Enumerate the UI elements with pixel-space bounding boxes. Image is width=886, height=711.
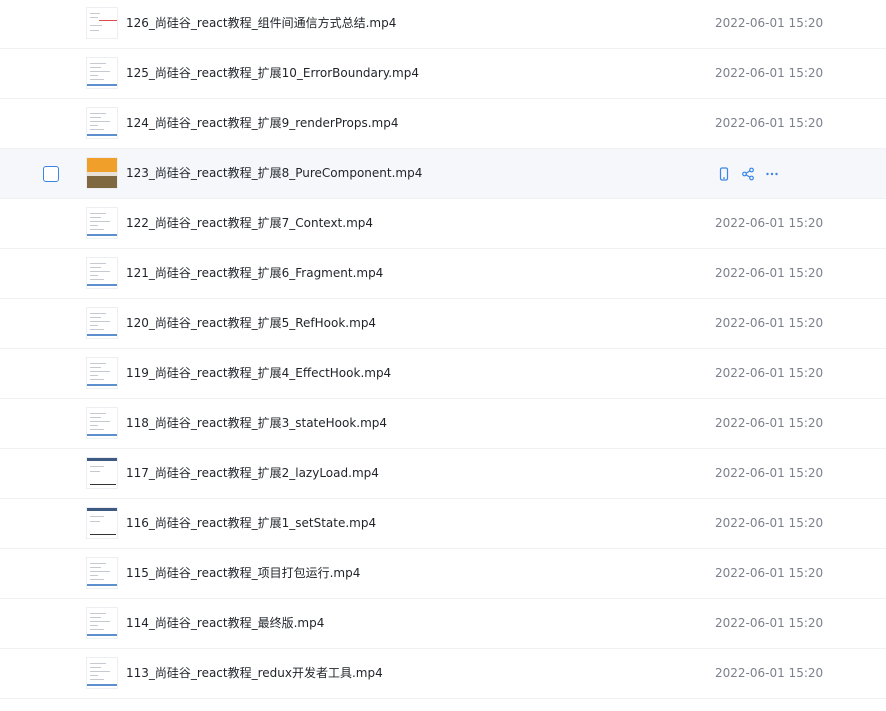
- file-name[interactable]: 124_尚硅谷_react教程_扩展9_renderProps.mp4: [126, 115, 399, 131]
- file-name[interactable]: 116_尚硅谷_react教程_扩展1_setState.mp4: [126, 515, 376, 531]
- file-row[interactable]: 118_尚硅谷_react教程_扩展3_stateHook.mp4 2022-06…: [0, 399, 886, 449]
- file-row[interactable]: 124_尚硅谷_react教程_扩展9_renderProps.mp4 2022-…: [0, 99, 886, 149]
- more-icon[interactable]: [764, 166, 780, 182]
- file-name[interactable]: 118_尚硅谷_react教程_扩展3_stateHook.mp4: [126, 415, 387, 431]
- file-name[interactable]: 126_尚硅谷_react教程_组件间通信方式总结.mp4: [126, 15, 396, 31]
- file-name[interactable]: 119_尚硅谷_react教程_扩展4_EffectHook.mp4: [126, 365, 391, 381]
- video-thumbnail: [86, 257, 118, 289]
- video-thumbnail: [86, 407, 118, 439]
- modified-time: 2022-06-01 15:20: [715, 416, 824, 430]
- modified-time: 2022-06-01 15:20: [715, 566, 824, 580]
- video-thumbnail: [86, 207, 118, 239]
- share-icon[interactable]: [740, 166, 756, 182]
- video-thumbnail: [86, 357, 118, 389]
- row-checkbox[interactable]: [43, 166, 59, 182]
- file-name[interactable]: 123_尚硅谷_react教程_扩展8_PureComponent.mp4: [126, 165, 422, 181]
- file-row[interactable]: 125_尚硅谷_react教程_扩展10_ErrorBoundary.mp4 20…: [0, 49, 886, 99]
- file-row[interactable]: 115_尚硅谷_react教程_项目打包运行.mp4 2022-06-01 15:…: [0, 549, 886, 599]
- video-thumbnail: [86, 307, 118, 339]
- file-row[interactable]: 122_尚硅谷_react教程_扩展7_Context.mp4 2022-06-0…: [0, 199, 886, 249]
- video-thumbnail: [86, 107, 118, 139]
- modified-time: 2022-06-01 15:20: [715, 316, 824, 330]
- modified-time: 2022-06-01 15:20: [715, 116, 824, 130]
- video-thumbnail: [86, 657, 118, 689]
- file-row[interactable]: 126_尚硅谷_react教程_组件间通信方式总结.mp4 2022-06-01 …: [0, 0, 886, 49]
- file-row[interactable]: 114_尚硅谷_react教程_最终版.mp4 2022-06-01 15:20: [0, 599, 886, 649]
- file-name[interactable]: 120_尚硅谷_react教程_扩展5_RefHook.mp4: [126, 315, 376, 331]
- file-row[interactable]: 117_尚硅谷_react教程_扩展2_lazyLoad.mp4 2022-06-…: [0, 449, 886, 499]
- phone-icon[interactable]: [716, 166, 732, 182]
- modified-time: 2022-06-01 15:20: [715, 66, 824, 80]
- video-thumbnail: [86, 507, 118, 539]
- file-row[interactable]: 116_尚硅谷_react教程_扩展1_setState.mp4 2022-06-…: [0, 499, 886, 549]
- file-name[interactable]: 114_尚硅谷_react教程_最终版.mp4: [126, 615, 324, 631]
- video-thumbnail: [86, 557, 118, 589]
- modified-time: 2022-06-01 15:20: [715, 366, 824, 380]
- video-thumbnail: [86, 607, 118, 639]
- file-name[interactable]: 122_尚硅谷_react教程_扩展7_Context.mp4: [126, 215, 373, 231]
- video-thumbnail: [86, 457, 118, 489]
- file-name[interactable]: 121_尚硅谷_react教程_扩展6_Fragment.mp4: [126, 265, 383, 281]
- file-name[interactable]: 113_尚硅谷_react教程_redux开发者工具.mp4: [126, 665, 383, 681]
- modified-time: 2022-06-01 15:20: [715, 666, 824, 680]
- modified-time: 2022-06-01 15:20: [715, 216, 824, 230]
- video-thumbnail: [86, 7, 118, 39]
- modified-time: 2022-06-01 15:20: [715, 16, 824, 30]
- file-row[interactable]: 121_尚硅谷_react教程_扩展6_Fragment.mp4 2022-06-…: [0, 249, 886, 299]
- file-name[interactable]: 117_尚硅谷_react教程_扩展2_lazyLoad.mp4: [126, 465, 379, 481]
- video-thumbnail: [86, 57, 118, 89]
- modified-time: 2022-06-01 15:20: [715, 266, 824, 280]
- modified-time: 2022-06-01 15:20: [715, 466, 824, 480]
- file-name[interactable]: 125_尚硅谷_react教程_扩展10_ErrorBoundary.mp4: [126, 65, 419, 81]
- modified-time: 2022-06-01 15:20: [715, 616, 824, 630]
- file-row[interactable]: 119_尚硅谷_react教程_扩展4_EffectHook.mp4 2022-0…: [0, 349, 886, 399]
- file-row[interactable]: 120_尚硅谷_react教程_扩展5_RefHook.mp4 2022-06-0…: [0, 299, 886, 349]
- file-name[interactable]: 115_尚硅谷_react教程_项目打包运行.mp4: [126, 565, 360, 581]
- modified-time: 2022-06-01 15:20: [715, 516, 824, 530]
- file-row[interactable]: 123_尚硅谷_react教程_扩展8_PureComponent.mp4202…: [0, 149, 886, 199]
- file-row[interactable]: 113_尚硅谷_react教程_redux开发者工具.mp4 2022-06-01…: [0, 649, 886, 699]
- video-thumbnail: [86, 157, 118, 189]
- file-list: 126_尚硅谷_react教程_组件间通信方式总结.mp4 2022-06-01 …: [0, 0, 886, 711]
